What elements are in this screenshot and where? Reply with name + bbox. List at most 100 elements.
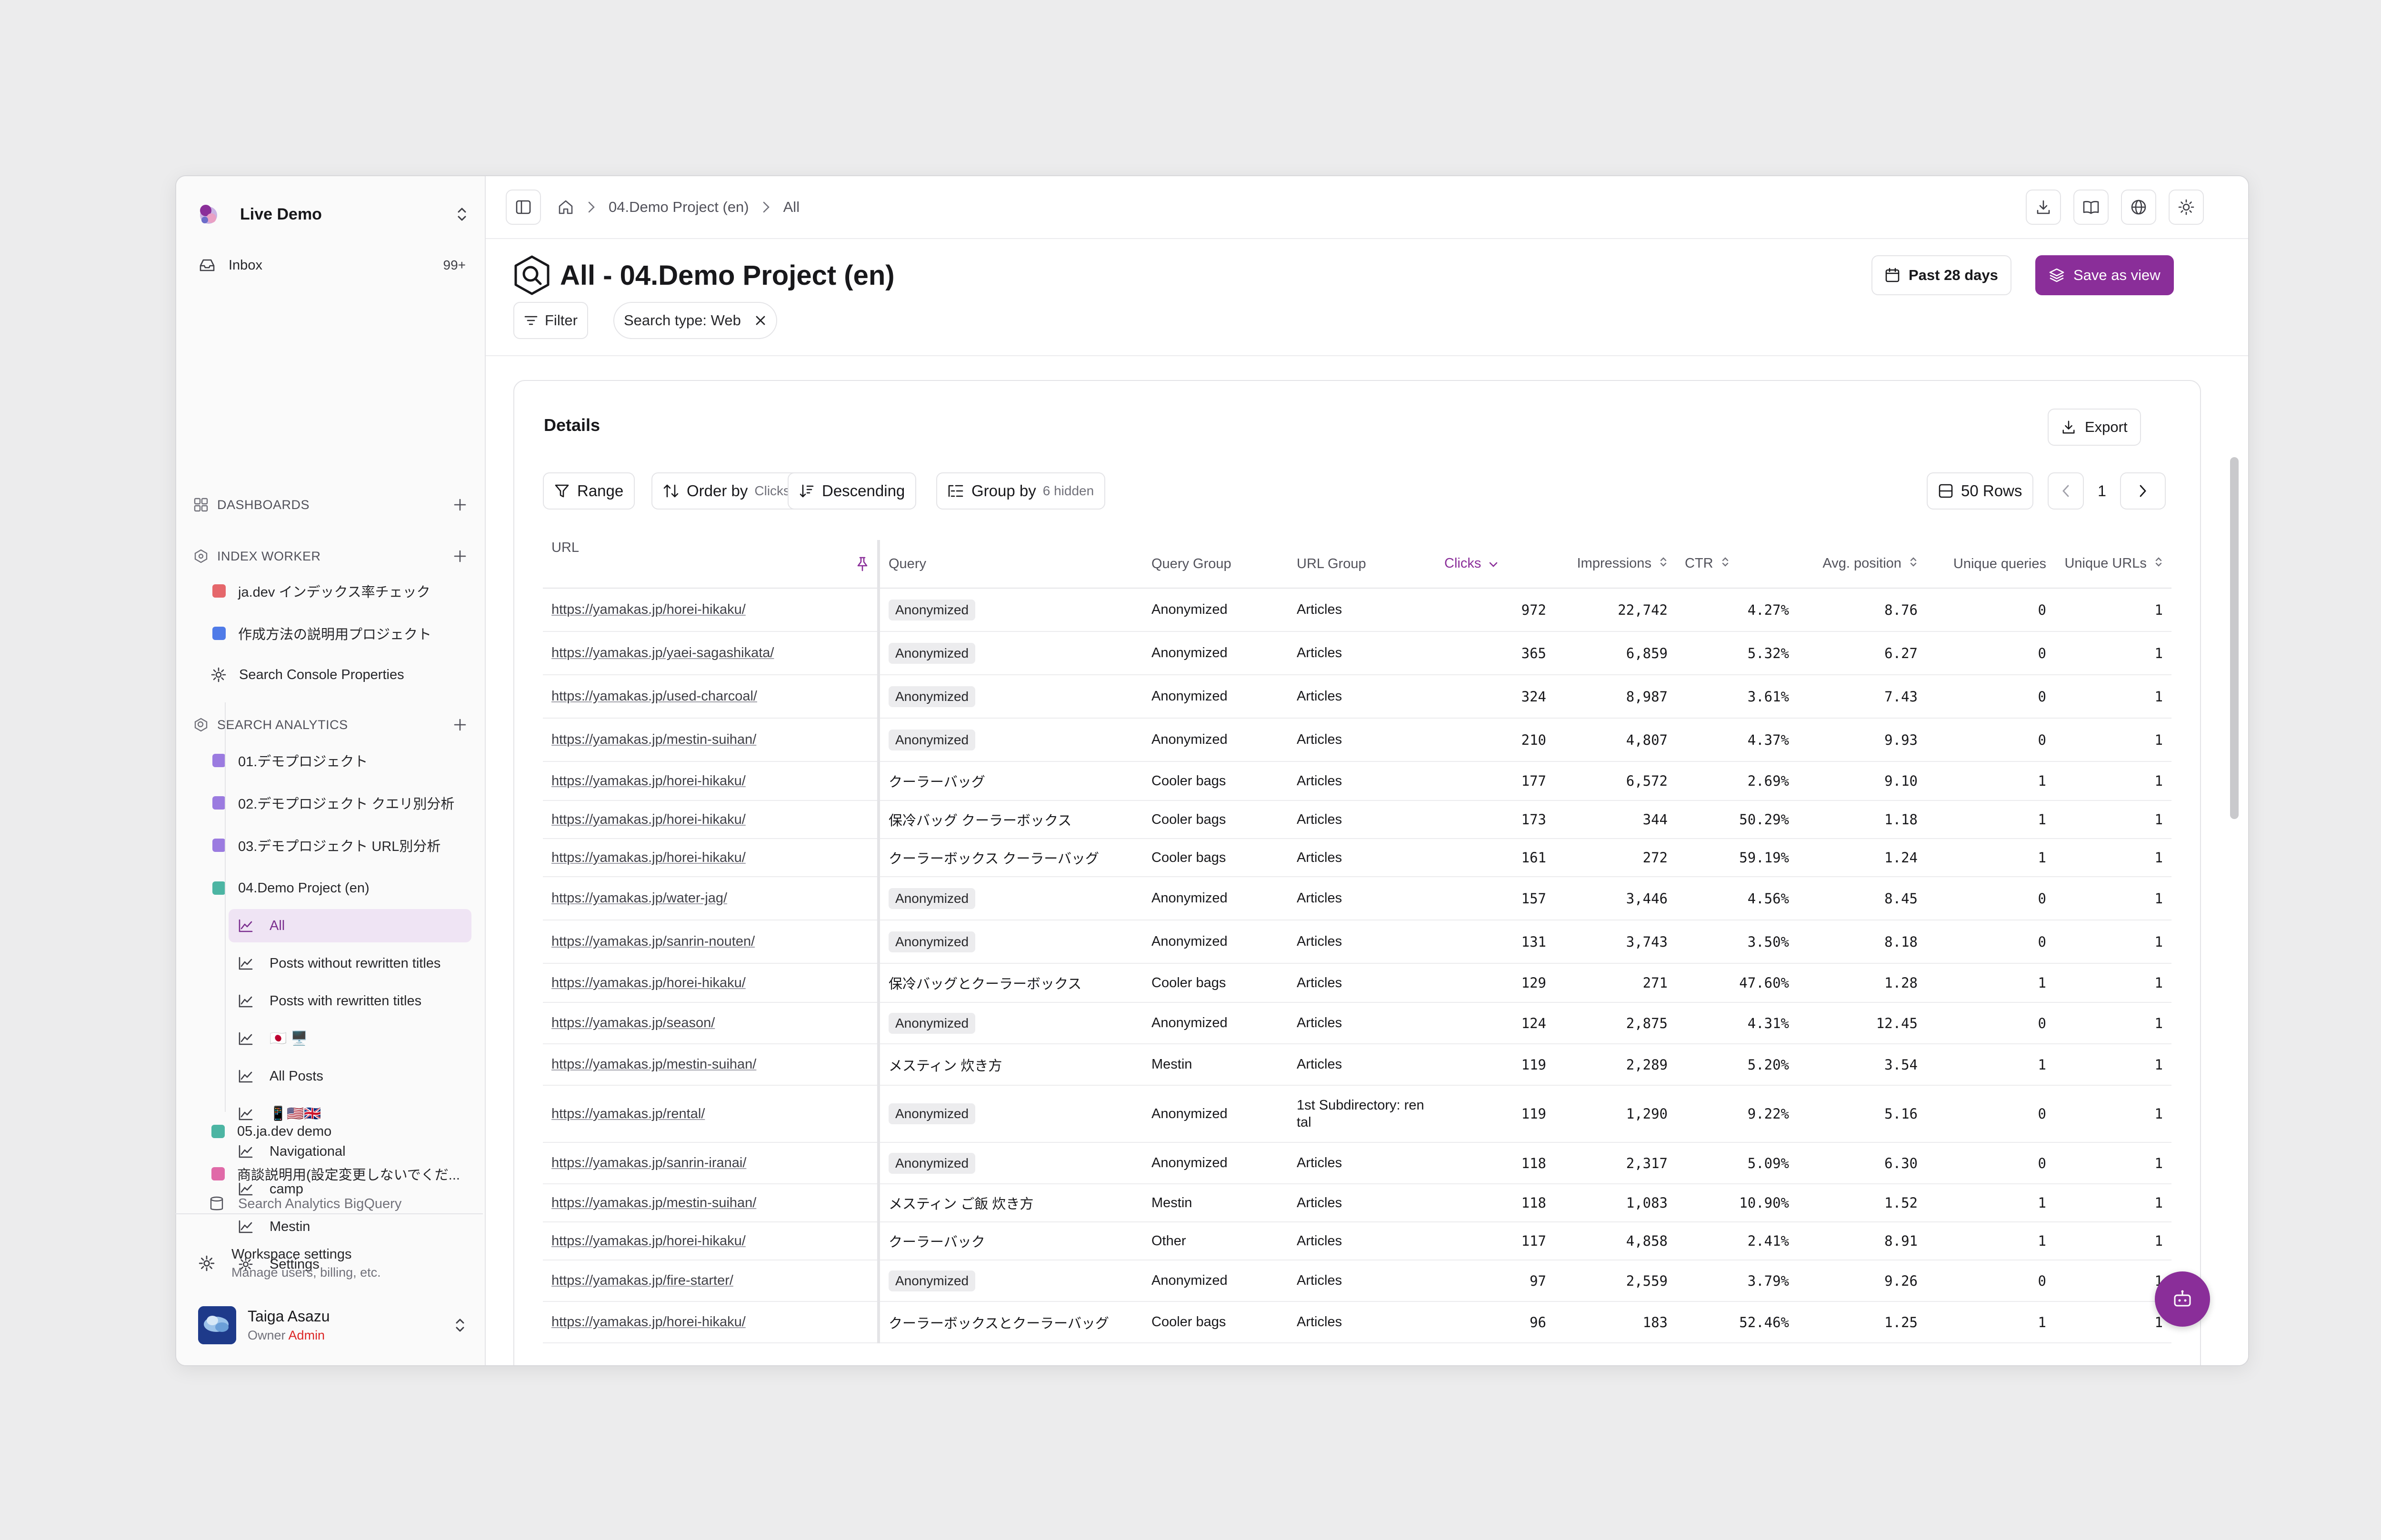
cell-url[interactable]: https://yamakas.jp/rental/ bbox=[543, 1085, 880, 1143]
theme-toggle-button[interactable] bbox=[2169, 190, 2204, 225]
table-row[interactable]: https://yamakas.jp/mestin-suihan/メスティン ご… bbox=[543, 1184, 2171, 1222]
cell-url[interactable]: https://yamakas.jp/mestin-suihan/ bbox=[543, 1044, 880, 1086]
cell-url[interactable]: https://yamakas.jp/season/ bbox=[543, 1002, 880, 1044]
cell-clicks: 117 bbox=[1436, 1222, 1555, 1260]
breadcrumb-project[interactable]: 04.Demo Project (en) bbox=[609, 199, 749, 216]
cell-url-group: Articles bbox=[1288, 1260, 1436, 1302]
cell-ctr: 59.19% bbox=[1676, 839, 1798, 877]
table-row[interactable]: https://yamakas.jp/season/Anonymized Anon… bbox=[543, 1002, 2171, 1044]
cell-url[interactable]: https://yamakas.jp/fire-starter/ bbox=[543, 1260, 880, 1302]
rows-per-page-button[interactable]: 50 Rows bbox=[1927, 472, 2034, 510]
cell-url-group: Articles bbox=[1288, 1222, 1436, 1260]
home-icon[interactable] bbox=[557, 199, 574, 216]
sidebar-item-bigquery[interactable]: Search Analytics BigQuery bbox=[198, 1194, 469, 1213]
table-row[interactable]: https://yamakas.jp/rental/Anonymized Anon… bbox=[543, 1085, 2171, 1143]
color-dot-icon bbox=[211, 1167, 225, 1180]
table-row[interactable]: https://yamakas.jp/yaei-sagashikata/Anon… bbox=[543, 631, 2171, 675]
column-header-query-group[interactable]: Query Group bbox=[1143, 540, 1288, 589]
cell-clicks: 124 bbox=[1436, 1002, 1555, 1044]
table-row[interactable]: https://yamakas.jp/sanrin-nouten/Anonymi… bbox=[543, 920, 2171, 964]
column-clicks-label: Clicks bbox=[1444, 556, 1481, 571]
column-header-query[interactable]: Query bbox=[879, 540, 1143, 589]
range-button[interactable]: Range bbox=[543, 472, 635, 510]
column-header-unique-urls[interactable]: Unique URLs bbox=[2055, 540, 2171, 589]
table-row[interactable]: https://yamakas.jp/fire-starter/Anonymiz… bbox=[543, 1260, 2171, 1302]
table-row[interactable]: https://yamakas.jp/horei-hikaku/クーラーバック O… bbox=[543, 1222, 2171, 1260]
range-label: Range bbox=[577, 482, 624, 500]
table-row[interactable]: https://yamakas.jp/used-charcoal/Anonymi… bbox=[543, 675, 2171, 719]
search-type-filter-chip[interactable]: Search type: Web bbox=[613, 302, 777, 339]
sun-icon bbox=[2178, 199, 2194, 215]
previous-page-button[interactable] bbox=[2048, 472, 2084, 510]
user-admin-badge: Admin bbox=[288, 1328, 325, 1342]
filter-button[interactable]: Filter bbox=[513, 302, 588, 339]
table-row[interactable]: https://yamakas.jp/mestin-suihan/メスティン 炊… bbox=[543, 1044, 2171, 1086]
user-menu[interactable]: Taiga Asazu Owner Admin bbox=[198, 1299, 470, 1351]
sort-direction-button[interactable]: Descending bbox=[788, 472, 917, 510]
date-range-button[interactable]: Past 28 days bbox=[1871, 255, 2011, 295]
cell-url[interactable]: https://yamakas.jp/sanrin-nouten/ bbox=[543, 920, 880, 964]
cell-query-group: Other bbox=[1143, 1222, 1288, 1260]
cell-url[interactable]: https://yamakas.jp/mestin-suihan/ bbox=[543, 718, 880, 762]
cell-url[interactable]: https://yamakas.jp/horei-hikaku/ bbox=[543, 963, 880, 1003]
column-header-ctr[interactable]: CTR bbox=[1676, 540, 1798, 589]
cell-url[interactable]: https://yamakas.jp/water-jag/ bbox=[543, 877, 880, 920]
column-header-url-group[interactable]: URL Group bbox=[1288, 540, 1436, 589]
pin-icon[interactable] bbox=[856, 540, 869, 588]
column-header-avg-position[interactable]: Avg. position bbox=[1798, 540, 1926, 589]
cell-unique-urls: 1 bbox=[2055, 761, 2171, 801]
cell-url[interactable]: https://yamakas.jp/sanrin-iranai/ bbox=[543, 1142, 880, 1184]
cell-query-group: Mestin bbox=[1143, 1184, 1288, 1222]
column-header-clicks[interactable]: Clicks bbox=[1436, 540, 1555, 589]
cell-unique-queries: 1 bbox=[1926, 839, 2055, 877]
scrollbar[interactable] bbox=[2230, 457, 2239, 819]
current-page-number: 1 bbox=[2098, 482, 2106, 500]
cell-query: Anonymized bbox=[879, 1260, 1143, 1302]
column-header-url[interactable]: URL bbox=[543, 540, 880, 589]
assistant-bot-button[interactable] bbox=[2155, 1271, 2210, 1327]
docs-button[interactable] bbox=[2073, 190, 2109, 225]
layers-icon bbox=[2049, 268, 2065, 283]
export-button[interactable]: Export bbox=[2048, 409, 2141, 446]
table-row[interactable]: https://yamakas.jp/mestin-suihan/Anonymi… bbox=[543, 718, 2171, 762]
toggle-sidebar-button[interactable] bbox=[506, 190, 541, 225]
table-row[interactable]: https://yamakas.jp/horei-hikaku/クーラーボックス… bbox=[543, 839, 2171, 877]
save-as-view-button[interactable]: Save as view bbox=[2035, 255, 2174, 295]
download-button[interactable] bbox=[2026, 190, 2061, 225]
sidebar-item-ja-dev-demo[interactable]: 05.ja.dev demo bbox=[198, 1115, 469, 1148]
sidebar-item-sales-demo[interactable]: 商談説明用(設定変更しないでくだ... bbox=[198, 1157, 469, 1190]
chevron-down-icon bbox=[1489, 556, 1498, 572]
table-row[interactable]: https://yamakas.jp/horei-hikaku/Anonymiz… bbox=[543, 588, 2171, 632]
cell-url[interactable]: https://yamakas.jp/horei-hikaku/ bbox=[543, 800, 880, 839]
table-row[interactable]: https://yamakas.jp/horei-hikaku/保冷バッグとクー… bbox=[543, 963, 2171, 1003]
order-by-value: Clicks bbox=[754, 483, 790, 498]
cell-url[interactable]: https://yamakas.jp/yaei-sagashikata/ bbox=[543, 631, 880, 675]
column-unique-queries-label: Unique queries bbox=[1953, 556, 2046, 571]
download-icon bbox=[2037, 200, 2050, 214]
table-row[interactable]: https://yamakas.jp/horei-hikaku/クーラーボックス… bbox=[543, 1301, 2171, 1343]
close-icon[interactable] bbox=[754, 314, 767, 327]
cell-unique-urls: 1 bbox=[2055, 839, 2171, 877]
column-header-unique-queries[interactable]: Unique queries bbox=[1926, 540, 2055, 589]
next-page-button[interactable] bbox=[2120, 472, 2166, 510]
sort-updown-icon bbox=[1909, 556, 1918, 572]
workspace-settings-title: Workspace settings bbox=[231, 1247, 352, 1262]
cell-clicks: 365 bbox=[1436, 631, 1555, 675]
table-row[interactable]: https://yamakas.jp/sanrin-iranai/Anonymi… bbox=[543, 1142, 2171, 1184]
column-header-impressions[interactable]: Impressions bbox=[1555, 540, 1676, 589]
cell-clicks: 129 bbox=[1436, 963, 1555, 1003]
language-button[interactable] bbox=[2121, 190, 2156, 225]
order-by-button[interactable]: Order by Clicks bbox=[651, 472, 802, 510]
cell-url[interactable]: https://yamakas.jp/horei-hikaku/ bbox=[543, 588, 880, 632]
table-row[interactable]: https://yamakas.jp/water-jag/Anonymized A… bbox=[543, 877, 2171, 920]
cell-url[interactable]: https://yamakas.jp/horei-hikaku/ bbox=[543, 1222, 880, 1260]
cell-url[interactable]: https://yamakas.jp/horei-hikaku/ bbox=[543, 839, 880, 877]
group-by-button[interactable]: Group by 6 hidden bbox=[936, 472, 1106, 510]
cell-url[interactable]: https://yamakas.jp/horei-hikaku/ bbox=[543, 761, 880, 801]
cell-url[interactable]: https://yamakas.jp/horei-hikaku/ bbox=[543, 1301, 880, 1343]
table-row[interactable]: https://yamakas.jp/horei-hikaku/保冷バッグ クー… bbox=[543, 800, 2171, 839]
cell-url[interactable]: https://yamakas.jp/mestin-suihan/ bbox=[543, 1184, 880, 1222]
workspace-settings-link[interactable]: Workspace settings Manage users, billing… bbox=[198, 1237, 465, 1290]
cell-url[interactable]: https://yamakas.jp/used-charcoal/ bbox=[543, 675, 880, 719]
table-row[interactable]: https://yamakas.jp/horei-hikaku/クーラーバッグ C… bbox=[543, 761, 2171, 801]
